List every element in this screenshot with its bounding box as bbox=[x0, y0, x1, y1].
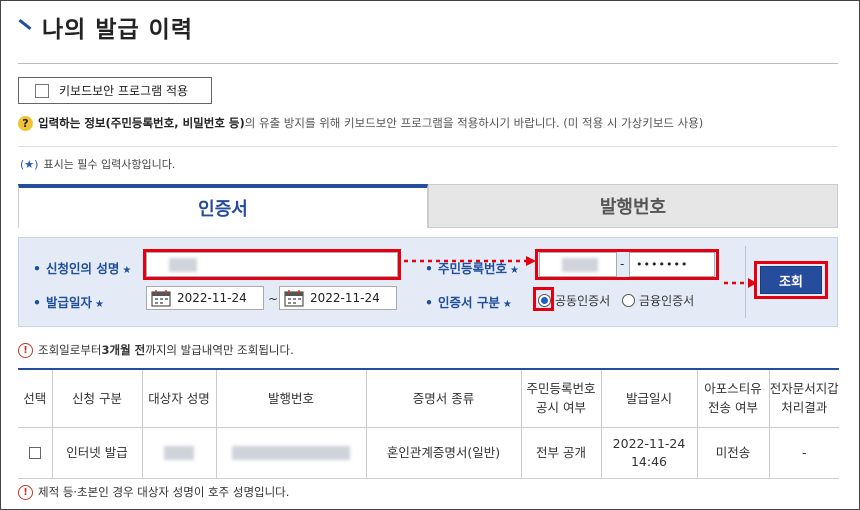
keyboard-security-button[interactable]: 키보드보안 프로그램 적용 bbox=[18, 77, 212, 104]
highlight-ssn-input bbox=[535, 249, 719, 280]
title-accent-mark bbox=[18, 18, 32, 30]
highlight-search-button bbox=[754, 261, 828, 299]
col-issued-at: 발급일시 bbox=[601, 369, 698, 428]
help-bold-text: 입력하는 정보(주민등록번호, 비밀번호 등) bbox=[38, 116, 245, 130]
ssn-label: • 주민등록번호 ★ bbox=[425, 261, 519, 276]
required-note-text: 표시는 필수 입력사항입니다. bbox=[43, 158, 176, 171]
required-note: (★) 표시는 필수 입력사항입니다. bbox=[20, 156, 175, 172]
calendar-icon[interactable] bbox=[284, 289, 304, 307]
redacted-target-name bbox=[164, 446, 194, 460]
applicant-name-label: • 신청인의 성명 ★ bbox=[33, 261, 132, 276]
required-star: ★ bbox=[502, 299, 512, 310]
row-apostille: 미전송 bbox=[697, 427, 770, 479]
date-range-tilde: ~ bbox=[268, 292, 279, 306]
date-to-field[interactable]: 2022-11-24 bbox=[279, 286, 397, 310]
exclamation-icon: ! bbox=[18, 342, 33, 358]
row-ssn-disclosure: 전부 공개 bbox=[521, 427, 602, 479]
table-header-row: 선택 신청 구분 대상자 성명 발행번호 증명서 종류 주민등록번호 공시 여부… bbox=[18, 369, 839, 428]
required-mark-legend: (★) bbox=[20, 157, 39, 171]
tab-certificate[interactable]: 인증서 bbox=[18, 184, 428, 228]
exclamation-icon: ! bbox=[18, 484, 33, 500]
query-period-notice: ! 조회일로부터 3개월 전 까지의 발급내역만 조회됩니다. bbox=[18, 342, 294, 358]
date-from-field[interactable]: 2022-11-24 bbox=[146, 286, 264, 310]
required-star: ★ bbox=[122, 265, 132, 276]
name-notice: ! 제적 등·초본인 경우 대상자 성명이 호주 성명입니다. bbox=[18, 484, 289, 500]
col-ssn-disclosure: 주민등록번호 공시 여부 bbox=[521, 369, 602, 428]
radio-unselected-icon[interactable] bbox=[622, 294, 635, 307]
highlight-name-input bbox=[143, 249, 401, 280]
row-issued-date: 2022-11-24 bbox=[612, 435, 686, 451]
row-target-name bbox=[142, 427, 217, 479]
col-select: 선택 bbox=[18, 369, 53, 428]
form-vertical-divider bbox=[745, 246, 746, 318]
col-target-name: 대상자 성명 bbox=[142, 369, 217, 428]
section-divider bbox=[18, 146, 838, 147]
calendar-icon[interactable] bbox=[151, 289, 171, 307]
row-issue-number bbox=[216, 427, 367, 479]
col-request-type: 신청 구분 bbox=[52, 369, 143, 428]
auth-tabs: 인증서 발행번호 bbox=[18, 184, 838, 228]
redacted-issue-number bbox=[232, 446, 350, 460]
keyboard-security-label: 키보드보안 프로그램 적용 bbox=[59, 84, 189, 98]
row-issued-time: 14:46 bbox=[630, 453, 668, 469]
table-row: 인터넷 발급 혼인관계증명서(일반) 전부 공개 2022-11-24 14:4… bbox=[18, 427, 839, 479]
col-wallet-result: 전자문서지갑 처리결과 bbox=[769, 369, 839, 428]
date-to-value: 2022-11-24 bbox=[310, 291, 380, 305]
page-title: 나의 발급 이력 bbox=[42, 17, 193, 43]
row-cert-kind: 혼인관계증명서(일반) bbox=[366, 427, 522, 479]
required-star: ★ bbox=[95, 299, 104, 310]
row-issued-at: 2022-11-24 14:46 bbox=[601, 427, 698, 479]
col-apostille: 아포스티유 전송 여부 bbox=[697, 369, 770, 428]
date-from-value: 2022-11-24 bbox=[177, 291, 247, 305]
radio-financial-certificate[interactable]: 금융인증서 bbox=[622, 292, 694, 309]
col-issue-number: 발행번호 bbox=[216, 369, 367, 428]
page-header: 나의 발급 이력 bbox=[18, 12, 193, 43]
row-wallet-result: - bbox=[769, 427, 839, 479]
required-star: ★ bbox=[510, 265, 519, 276]
row-select-cell bbox=[18, 427, 53, 479]
help-rest-text: 의 유출 방지를 위해 키보드보안 프로그램을 적용하시기 바랍니다. (미 적… bbox=[244, 116, 704, 130]
col-cert-kind: 증명서 종류 bbox=[366, 369, 522, 428]
highlight-radio bbox=[533, 287, 554, 311]
arrow-to-search bbox=[724, 278, 757, 288]
row-request-type: 인터넷 발급 bbox=[52, 427, 143, 479]
title-divider bbox=[18, 63, 838, 64]
keyboard-security-help: ? 입력하는 정보(주민등록번호, 비밀번호 등) 의 유출 방지를 위해 키보… bbox=[18, 115, 703, 131]
tab-issue-number[interactable]: 발행번호 bbox=[428, 184, 838, 228]
keyboard-security-checkbox[interactable] bbox=[35, 83, 49, 98]
issue-history-table: 선택 신청 구분 대상자 성명 발행번호 증명서 종류 주민등록번호 공시 여부… bbox=[18, 368, 839, 479]
cert-type-label: • 인증서 구분 ★ bbox=[425, 295, 512, 310]
row-checkbox[interactable] bbox=[28, 447, 41, 459]
question-icon: ? bbox=[18, 115, 33, 131]
issue-date-label: • 발급일자 ★ bbox=[33, 295, 104, 310]
